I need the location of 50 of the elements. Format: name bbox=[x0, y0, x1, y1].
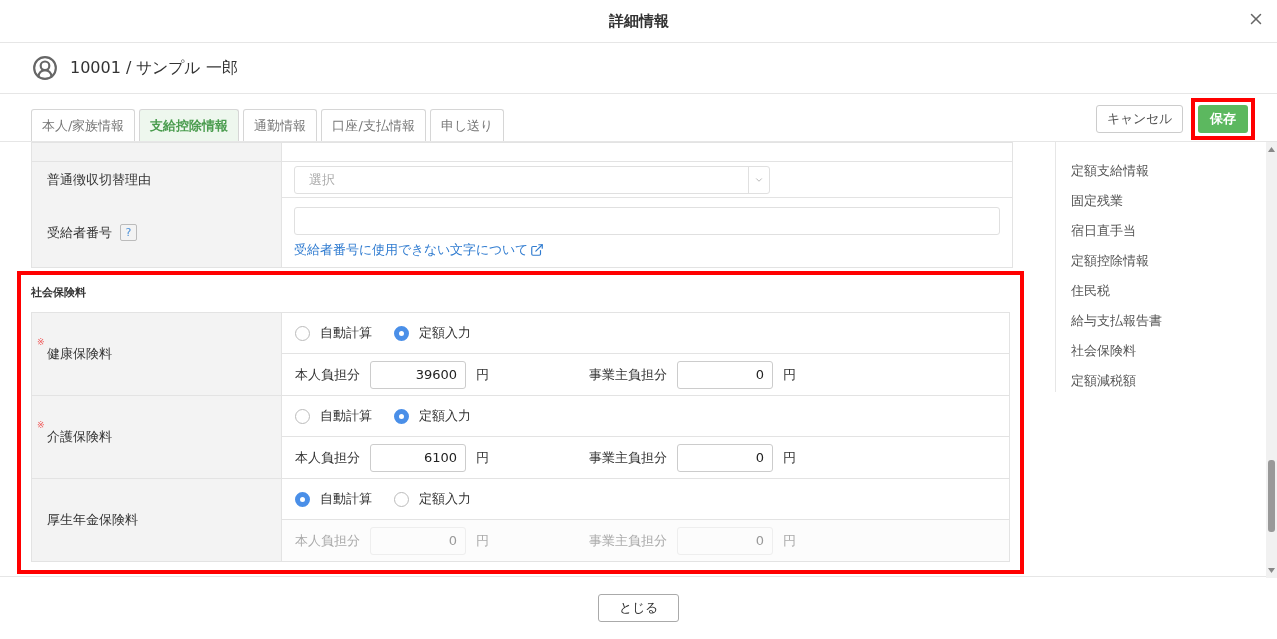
section-title: 社会保険料 bbox=[31, 285, 87, 300]
external-link-icon bbox=[530, 242, 544, 257]
nav-link[interactable]: 定額控除情報 bbox=[1071, 252, 1265, 270]
nav-link[interactable]: 定額支給情報 bbox=[1071, 162, 1265, 180]
close-button[interactable]: とじる bbox=[598, 594, 679, 622]
radio-option[interactable]: 自動計算 bbox=[295, 407, 372, 425]
unit-label: 円 bbox=[783, 531, 796, 550]
user-avatar-icon bbox=[32, 55, 58, 81]
tab[interactable]: 本人/家族情報 bbox=[31, 109, 136, 141]
employee-name: 10001 / サンプル 一郎 bbox=[70, 57, 238, 79]
unit-label: 円 bbox=[783, 365, 796, 384]
amount-field[interactable]: 0 bbox=[677, 360, 773, 389]
unit-label: 円 bbox=[783, 448, 796, 467]
help-link[interactable]: 受給者番号に使用できない文字について bbox=[294, 240, 544, 259]
field-label: 健康保険料 bbox=[47, 345, 112, 363]
dialog-title: 詳細情報 bbox=[608, 11, 669, 31]
caret-icon bbox=[754, 175, 764, 185]
field-label: 事業主負担分 bbox=[589, 448, 667, 467]
field-label: 介護保険料 bbox=[47, 428, 112, 446]
amount-field[interactable]: 0 bbox=[677, 443, 773, 472]
nav-link[interactable]: 給与支払報告書 bbox=[1071, 312, 1265, 330]
cancel-button[interactable]: キャンセル bbox=[1096, 104, 1183, 133]
required-mark: ※ bbox=[37, 337, 46, 347]
tab[interactable]: 申し送り bbox=[429, 109, 504, 141]
field-label: 事業主負担分 bbox=[589, 365, 667, 384]
radio-option[interactable]: 自動計算 bbox=[295, 324, 372, 342]
field-label: 受給者番号 bbox=[47, 223, 112, 242]
unit-label: 円 bbox=[476, 448, 489, 467]
nav-link[interactable]: 社会保険料 bbox=[1071, 342, 1265, 360]
unit-label: 円 bbox=[476, 531, 489, 550]
radio-option[interactable]: 定額入力 bbox=[394, 324, 471, 342]
field-label: 事業主負担分 bbox=[589, 531, 667, 550]
nav-link[interactable]: 宿日直手当 bbox=[1071, 222, 1265, 240]
field-label: 普通徴収切替理由 bbox=[47, 171, 151, 189]
required-mark: ※ bbox=[37, 420, 46, 430]
tab[interactable]: 通勤情報 bbox=[243, 109, 318, 141]
amount-field[interactable]: 6100 bbox=[370, 443, 466, 472]
nav-link[interactable]: 固定残業 bbox=[1071, 192, 1265, 210]
nav-link[interactable]: 定額減税額 bbox=[1071, 372, 1265, 390]
scrollbar[interactable] bbox=[1266, 142, 1277, 578]
nav-link[interactable]: 住民税 bbox=[1071, 282, 1265, 300]
field-label: 本人負担分 bbox=[295, 531, 360, 550]
field-label: 厚生年金保険料 bbox=[47, 511, 138, 529]
field-label: 本人負担分 bbox=[295, 365, 360, 384]
amount-field[interactable]: 39600 bbox=[370, 360, 466, 389]
radio-option[interactable]: 定額入力 bbox=[394, 407, 471, 425]
field-label: 本人負担分 bbox=[295, 448, 360, 467]
input-field[interactable] bbox=[294, 206, 1000, 235]
unit-label: 円 bbox=[476, 365, 489, 384]
tab[interactable]: 口座/支払情報 bbox=[321, 109, 426, 141]
